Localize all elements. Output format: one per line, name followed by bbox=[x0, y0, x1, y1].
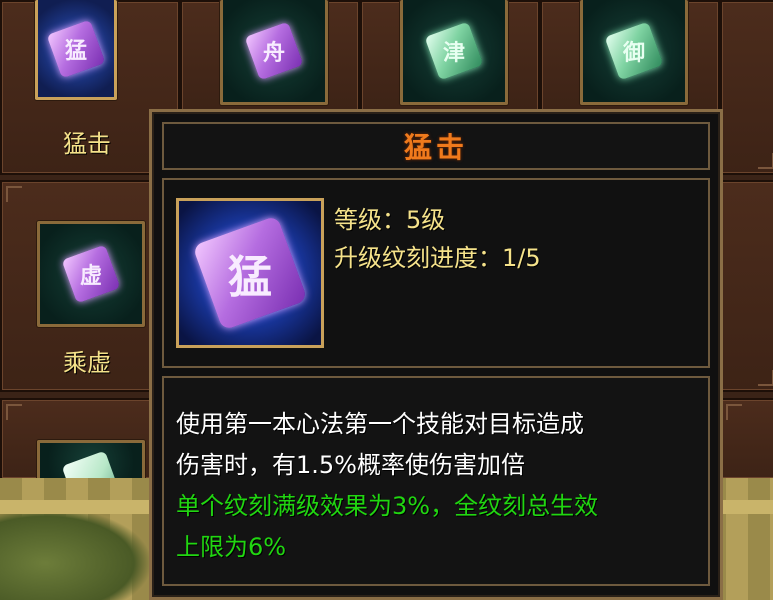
skill-icon-frame: 猛 bbox=[176, 198, 324, 348]
skill-tooltip: 猛击 猛 等级：5级 升级纹刻进度：1/5 使用第一本心法第一个技能对目标造成 … bbox=[149, 109, 723, 600]
engrave-bonus-text: 单个纹刻满级效果为3%，全纹刻总生效 上限为6% bbox=[176, 486, 694, 568]
green-gem-icon: 津 bbox=[424, 21, 484, 81]
menji-gem-icon: 猛 bbox=[46, 19, 106, 78]
skill-slot-menji[interactable]: 猛 bbox=[35, 0, 117, 100]
tooltip-title: 猛击 bbox=[403, 131, 468, 164]
engrave-bonus-line: 单个纹刻满级效果为3%，全纹刻总生效 bbox=[176, 492, 599, 520]
skill-cell bbox=[720, 398, 773, 480]
menji-gem-icon: 猛 bbox=[192, 215, 308, 331]
skill-cell bbox=[720, 0, 773, 175]
skill-description-line: 使用第一本心法第一个技能对目标造成 bbox=[176, 410, 584, 438]
engrave-progress: 升级纹刻进度：1/5 bbox=[334, 244, 541, 272]
green-gem-icon: 御 bbox=[604, 21, 664, 81]
skill-name-label: 乘虚 bbox=[63, 349, 111, 377]
skill-description-line: 伤害时，有1.5%概率使伤害加倍 bbox=[176, 451, 525, 479]
tooltip-title-bar: 猛击 bbox=[162, 122, 710, 170]
skill-level: 等级：5级 bbox=[334, 206, 446, 234]
skill-slot-chengxu[interactable]: 虚 bbox=[37, 221, 145, 327]
tooltip-description-panel: 使用第一本心法第一个技能对目标造成 伤害时，有1.5%概率使伤害加倍 单个纹刻满… bbox=[162, 376, 710, 586]
skill-slot-4[interactable]: 御 bbox=[580, 0, 688, 105]
purple-gem-icon: 虚 bbox=[61, 244, 121, 304]
skill-name-label: 猛击 bbox=[63, 130, 111, 158]
engrave-bonus-line: 上限为6% bbox=[176, 533, 287, 561]
skill-description: 使用第一本心法第一个技能对目标造成 伤害时，有1.5%概率使伤害加倍 bbox=[176, 404, 694, 486]
skill-cell bbox=[720, 180, 773, 392]
tooltip-info-panel: 猛 等级：5级 升级纹刻进度：1/5 bbox=[162, 178, 710, 368]
skill-slot-6[interactable] bbox=[37, 440, 145, 510]
skill-slot-3[interactable]: 津 bbox=[400, 0, 508, 105]
purple-gem-icon: 舟 bbox=[244, 21, 304, 81]
skill-slot-2[interactable]: 舟 bbox=[220, 0, 328, 105]
